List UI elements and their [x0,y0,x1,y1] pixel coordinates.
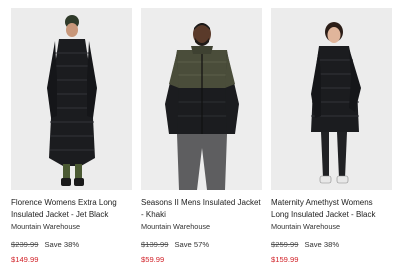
product-image[interactable] [141,8,262,190]
sale-price: $59.99 [141,255,165,264]
product-card[interactable]: Seasons II Mens Insulated Jacket - Khaki… [141,0,262,272]
original-price: $239.99 [11,240,39,249]
product-brand: Mountain Warehouse [141,222,211,231]
product-grid: Florence Womens Extra Long Insulated Jac… [0,0,400,272]
original-price: $139.99 [141,240,169,249]
price-row: $259.99 Save 38% [271,240,392,250]
product-image[interactable] [271,8,392,190]
product-brand: Mountain Warehouse [11,222,81,231]
product-image[interactable] [11,8,132,190]
product-card[interactable]: Maternity Amethyst Womens Long Insulated… [271,0,392,272]
discount-label: Save 38% [44,240,80,249]
product-card[interactable]: Florence Womens Extra Long Insulated Jac… [11,0,132,272]
product-name[interactable]: Seasons II Mens Insulated Jacket - Khaki [141,197,262,221]
product-name[interactable]: Maternity Amethyst Womens Long Insulated… [271,197,392,221]
product-brand: Mountain Warehouse [271,222,341,231]
discount-label: Save 57% [174,240,210,249]
original-price: $259.99 [271,240,299,249]
sale-price: $149.99 [11,255,39,264]
price-row: $239.99 Save 38% [11,240,132,250]
price-row: $139.99 Save 57% [141,240,262,250]
woman-long-black-puffer-photo [11,8,132,190]
sale-price: $159.99 [271,255,299,264]
discount-label: Save 38% [304,240,340,249]
product-name[interactable]: Florence Womens Extra Long Insulated Jac… [11,197,132,221]
man-khaki-black-puffer-photo [141,8,262,190]
woman-maternity-black-puffer-photo [271,8,392,190]
